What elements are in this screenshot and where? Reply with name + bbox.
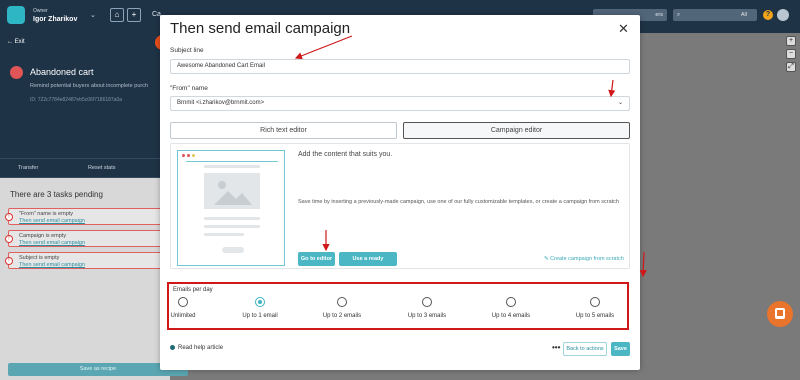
from-value: Brnmit <i.zharikov@brnmit.com>: [177, 100, 265, 106]
from-label: "From" name: [170, 85, 208, 92]
user-name: Igor Zharikov: [33, 16, 78, 23]
emails-option-4[interactable]: Up to 4 emails: [471, 297, 551, 319]
home-icon[interactable]: ⌂: [110, 8, 124, 22]
radio-1-email[interactable]: [255, 297, 265, 307]
editor-description: Save time by inserting a previously-made…: [298, 199, 619, 205]
warning-icon: !: [5, 257, 13, 265]
subject-input[interactable]: Awesome Abandoned Cart Email: [170, 59, 630, 74]
task-title: Campaign is empty: [19, 233, 67, 239]
arrow-to-emails-per-day: [639, 251, 647, 278]
cart-icon: [10, 66, 23, 79]
image-placeholder-icon: [204, 173, 260, 209]
transfer-button[interactable]: Transfer: [18, 165, 38, 171]
go-to-editor-button[interactable]: Go to editor: [298, 252, 335, 266]
help-icon[interactable]: ?: [763, 10, 773, 20]
option-label: Up to 1 email: [242, 313, 278, 319]
flow-description: Remind potential buyers about incomplete…: [30, 83, 149, 89]
modal-title: Then send email campaign: [170, 20, 351, 37]
create-from-scratch-link[interactable]: ✎ Create campaign from scratch: [544, 256, 624, 262]
radio-5-emails[interactable]: [590, 297, 600, 307]
tasks-heading: There are 3 tasks pending: [10, 190, 103, 199]
template-preview-image: [177, 150, 285, 266]
fit-screen-icon[interactable]: ⤢: [786, 62, 796, 72]
reset-stats-button[interactable]: Reset stats: [88, 165, 116, 171]
magic-wand-icon: ✎: [544, 256, 549, 262]
radio-2-emails[interactable]: [337, 297, 347, 307]
chat-icon[interactable]: [767, 301, 793, 327]
tab-campaign-editor[interactable]: Campaign editor: [403, 122, 630, 139]
radio-unlimited[interactable]: [178, 297, 188, 307]
zoom-in-icon[interactable]: +: [786, 36, 796, 46]
option-label: Up to 4 emails: [491, 313, 531, 319]
task-link[interactable]: Then send email campaign: [19, 218, 85, 224]
warning-icon: !: [5, 235, 13, 243]
pending-tasks: There are 3 tasks pending ! "From" name …: [0, 178, 172, 380]
send-email-modal: Then send email campaign ✕ Subject line …: [160, 15, 640, 370]
from-select[interactable]: Brnmit <i.zharikov@brnmit.com> ⌄: [170, 96, 630, 111]
campaign-editor-panel: Add the content that suits you. Save tim…: [170, 143, 630, 276]
search-scope[interactable]: All: [741, 9, 747, 21]
flow-sidebar: ← Exit Abandoned cart Remind potential b…: [0, 33, 188, 380]
read-help-link[interactable]: Read help article: [170, 345, 223, 351]
emails-option-unlimited[interactable]: Unlimited: [143, 297, 223, 319]
editor-hint: Add the content that suits you.: [298, 151, 393, 158]
radio-4-emails[interactable]: [506, 297, 516, 307]
exit-button[interactable]: ← Exit: [7, 39, 25, 45]
task-title: Subject is empty: [19, 255, 60, 261]
emails-option-2[interactable]: Up to 2 emails: [302, 297, 382, 319]
emails-per-day-label: Emails per day: [173, 287, 213, 293]
subject-label: Subject line: [170, 47, 204, 54]
avatar[interactable]: [777, 9, 789, 21]
task-link[interactable]: Then send email campaign: [19, 240, 85, 246]
task-item: ! Campaign is empty Then send email camp…: [5, 230, 172, 247]
radio-3-emails[interactable]: [422, 297, 432, 307]
use-ready-campaign-button[interactable]: Use a ready campaign: [339, 252, 397, 276]
flow-id: ID: 722c7784e82487eb5c06f7186187a0a: [30, 97, 123, 103]
tab-rich-text-editor[interactable]: Rich text editor: [170, 122, 397, 139]
user-menu[interactable]: Owner Igor Zharikov: [33, 8, 77, 23]
option-label: Up to 5 emails: [575, 313, 615, 319]
task-link[interactable]: Then send email campaign: [19, 262, 85, 268]
emails-option-3[interactable]: Up to 3 emails: [387, 297, 467, 319]
option-label: Unlimited: [170, 313, 196, 319]
more-options-icon[interactable]: •••: [552, 343, 560, 352]
task-item: ! "From" name is empty Then send email c…: [5, 208, 172, 225]
task-item: ! Subject is empty Then send email campa…: [5, 252, 172, 269]
search-icon: ⌕: [677, 12, 681, 18]
flow-title: Abandoned cart: [30, 67, 94, 77]
user-menu-chevron-icon[interactable]: ⌄: [90, 11, 96, 19]
chevron-down-icon: ⌄: [617, 100, 623, 106]
save-button[interactable]: Save: [611, 342, 630, 356]
back-to-actions-button[interactable]: Back to actions: [563, 342, 607, 356]
create-from-scratch-label: Create campaign from scratch: [550, 256, 624, 262]
zoom-out-icon[interactable]: −: [786, 49, 796, 59]
emails-per-day-group: Emails per day Unlimited Up to 1 email U…: [167, 282, 629, 330]
flow-actions-bar: Transfer Reset stats: [0, 158, 170, 178]
warning-icon: !: [5, 213, 13, 221]
task-title: "From" name is empty: [19, 211, 74, 217]
app-logo[interactable]: [7, 6, 25, 24]
bg-search-input[interactable]: ⌕ All: [673, 9, 757, 21]
user-role: Owner: [33, 8, 48, 14]
add-icon[interactable]: +: [127, 8, 141, 22]
option-label: Up to 2 emails: [322, 313, 362, 319]
option-label: Up to 3 emails: [407, 313, 447, 319]
close-icon[interactable]: ✕: [618, 21, 629, 37]
emails-option-1[interactable]: Up to 1 email: [220, 297, 300, 319]
zoom-controls: + − ⤢: [784, 33, 800, 93]
exit-label: Exit: [14, 39, 25, 45]
emails-option-5[interactable]: Up to 5 emails: [555, 297, 635, 319]
